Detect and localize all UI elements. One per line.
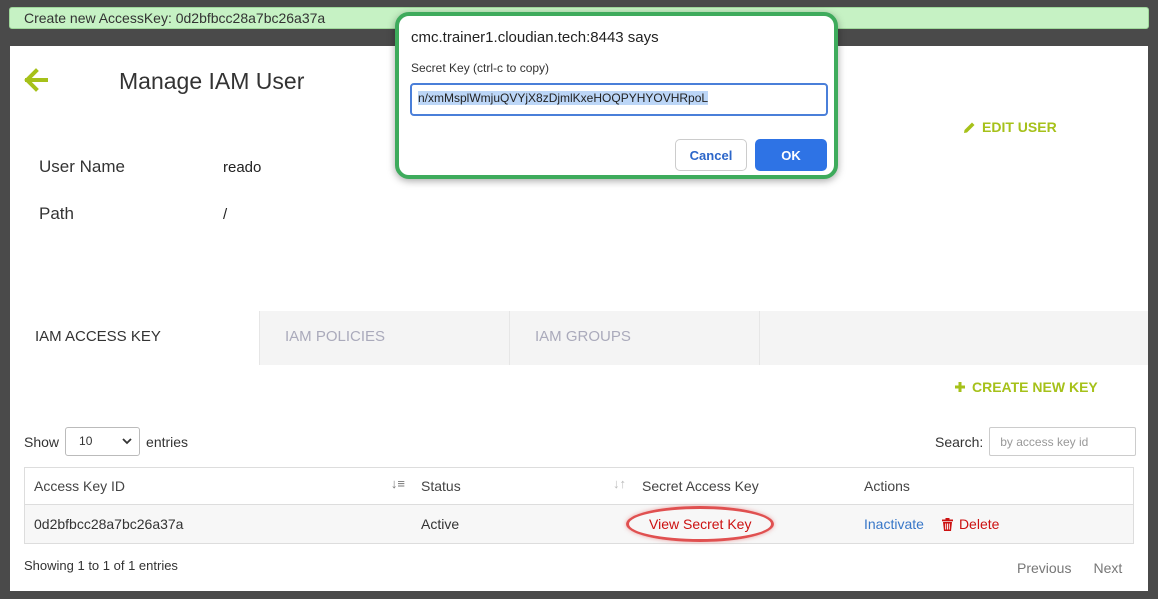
cell-access-key-id: 0d2bfbcc28a7bc26a37a [34, 516, 184, 532]
secret-key-field[interactable]: n/xmMsplWmjuQVYjX8zDjmlKxeHOQPYHYOVHRpoL [410, 83, 828, 116]
create-new-key-button[interactable]: CREATE NEW KEY [954, 379, 1098, 395]
table-header: Access Key ID ↓≡ Status ↓↑ Secret Access… [25, 468, 1133, 505]
pagination: Previous Next [1017, 560, 1122, 576]
user-name-label: User Name [39, 157, 125, 176]
ok-button[interactable]: OK [755, 139, 827, 171]
show-label: Show [24, 433, 60, 450]
previous-button[interactable]: Previous [1017, 560, 1071, 576]
path-value: / [223, 206, 228, 223]
path-label: Path [39, 204, 74, 223]
edit-user-button[interactable]: EDIT USER [963, 119, 1057, 135]
secret-key-dialog: cmc.trainer1.cloudian.tech:8443 says Sec… [395, 12, 838, 179]
user-name-value: reado [223, 159, 262, 176]
plus-icon [955, 382, 965, 392]
entries-label: entries [146, 433, 189, 450]
secret-key-value: n/xmMsplWmjuQVYjX8zDjmlKxeHOQPYHYOVHRpoL [418, 91, 709, 105]
chevron-down-icon [122, 438, 132, 445]
header-actions: Actions [864, 478, 910, 494]
delete-label: Delete [958, 516, 1000, 532]
dialog-title: cmc.trainer1.cloudian.tech:8443 says [411, 29, 659, 46]
table-row: 0d2bfbcc28a7bc26a37a Active View Secret … [25, 505, 1133, 543]
create-new-key-label: CREATE NEW KEY [972, 379, 1098, 395]
entries-per-page-value: 10 [79, 434, 93, 448]
page-title: Manage IAM User [119, 68, 305, 94]
next-button[interactable]: Next [1093, 560, 1122, 576]
tab-iam-access-key[interactable]: IAM ACCESS KEY [10, 311, 260, 365]
search-label: Search: [935, 433, 984, 450]
cell-status: Active [421, 516, 460, 532]
search-input[interactable]: by access key id [989, 427, 1137, 456]
search-control: Search: by access key id [935, 427, 1137, 456]
sort-desc-icon: ↓≡ [390, 476, 405, 491]
view-secret-key-link[interactable]: View Secret Key [626, 506, 775, 542]
cancel-button[interactable]: Cancel [675, 139, 747, 171]
access-key-table: Access Key ID ↓≡ Status ↓↑ Secret Access… [24, 467, 1134, 544]
trash-icon [941, 517, 953, 531]
header-secret-access-key: Secret Access Key [642, 478, 759, 494]
header-status[interactable]: Status ↓↑ [412, 476, 633, 494]
back-arrow-icon[interactable] [24, 68, 48, 92]
showing-entries-info: Showing 1 to 1 of 1 entries [24, 558, 178, 573]
tab-iam-policies[interactable]: IAM POLICIES [260, 311, 510, 365]
edit-user-label: EDIT USER [982, 119, 1057, 135]
header-access-key-id[interactable]: Access Key ID ↓≡ [25, 476, 412, 494]
pencil-icon [964, 122, 975, 133]
dialog-label: Secret Key (ctrl-c to copy) [411, 61, 550, 75]
delete-button[interactable]: Delete [941, 516, 1000, 532]
inactivate-link[interactable]: Inactivate [864, 516, 924, 532]
show-entries-control: Show 10 entries [24, 427, 188, 456]
tab-bar: IAM ACCESS KEY IAM POLICIES IAM GROUPS [10, 311, 1148, 365]
tab-iam-groups[interactable]: IAM GROUPS [510, 311, 760, 365]
sort-icon: ↓↑ [613, 476, 626, 491]
entries-per-page-select[interactable]: 10 [65, 427, 141, 456]
